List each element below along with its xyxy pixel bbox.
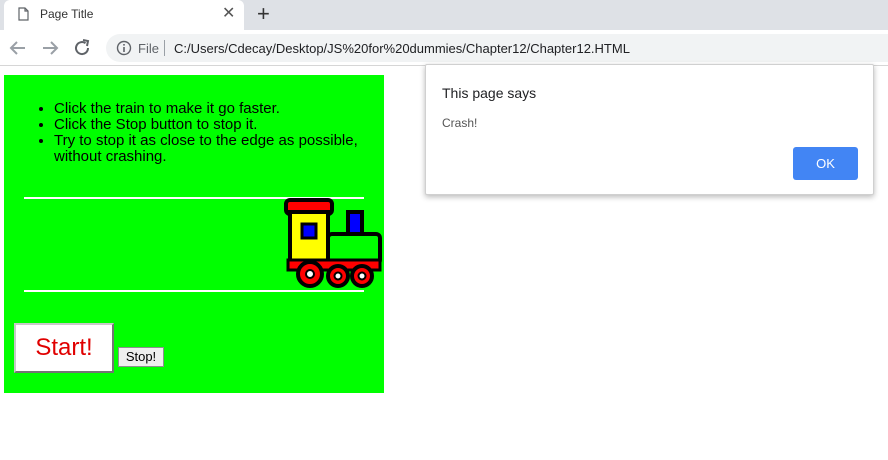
- document-icon: [18, 7, 29, 21]
- train-image[interactable]: [282, 198, 382, 290]
- scheme-label: File: [138, 41, 159, 56]
- back-arrow-icon[interactable]: [6, 36, 30, 60]
- game-area: Click the train to make it go faster. Cl…: [4, 75, 384, 393]
- browser-toolbar: File C:/Users/Cdecay/Desktop/JS%20for%20…: [0, 30, 888, 66]
- track-bottom-line: [24, 290, 364, 292]
- start-button[interactable]: Start!: [14, 323, 114, 373]
- reload-icon[interactable]: [70, 36, 94, 60]
- alert-dialog: This page says Crash! OK: [425, 64, 874, 195]
- info-icon[interactable]: [116, 40, 132, 56]
- list-item: Click the Stop button to stop it.: [54, 117, 384, 133]
- list-item: Click the train to make it go faster.: [54, 101, 384, 117]
- tab-page-title[interactable]: Page Title ✕: [4, 0, 244, 30]
- forward-arrow-icon[interactable]: [38, 36, 62, 60]
- dialog-title: This page says: [442, 85, 537, 101]
- address-bar[interactable]: File C:/Users/Cdecay/Desktop/JS%20for%20…: [106, 34, 888, 62]
- tab-title: Page Title: [40, 7, 94, 21]
- tab-strip: Page Title ✕ +: [0, 0, 888, 30]
- dialog-message: Crash!: [442, 116, 478, 130]
- url-text[interactable]: C:/Users/Cdecay/Desktop/JS%20for%20dummi…: [174, 41, 630, 56]
- stop-button[interactable]: Stop!: [118, 347, 164, 367]
- instruction-list: Click the train to make it go faster. Cl…: [54, 101, 384, 165]
- new-tab-icon[interactable]: +: [257, 2, 270, 26]
- ok-button[interactable]: OK: [793, 147, 858, 180]
- list-item: Try to stop it as close to the edge as p…: [54, 133, 384, 165]
- omnibox-divider: [164, 40, 165, 56]
- tab-close-icon[interactable]: ✕: [222, 5, 235, 23]
